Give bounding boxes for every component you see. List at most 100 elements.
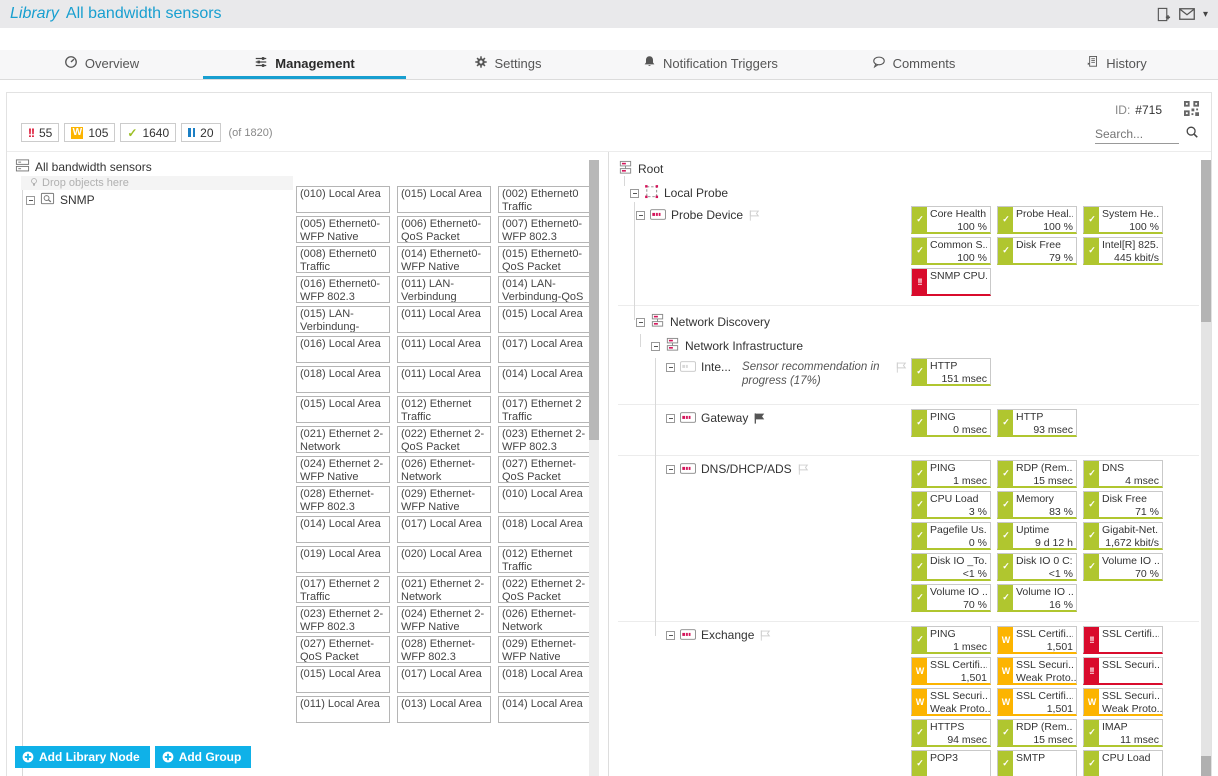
library-sensor-box[interactable]: (012) Ethernet Traffic — [498, 546, 592, 573]
library-sensor-box[interactable]: (005) Ethernet0-WFP Native — [296, 216, 390, 243]
sensor-box-system-he[interactable]: ✓System He...100 % — [1083, 206, 1163, 234]
email-icon[interactable] — [1179, 8, 1195, 20]
sensor-box-volume-io[interactable]: ✓Volume IO ...16 % — [997, 584, 1077, 612]
library-sensor-box[interactable]: (017) Local Area — [397, 666, 491, 693]
library-sensor-box[interactable]: (015) Ethernet0-QoS Packet — [498, 246, 592, 273]
library-sensor-box[interactable]: (016) Ethernet0-WFP 802.3 — [296, 276, 390, 303]
badge-warning[interactable]: W105 — [64, 123, 115, 142]
library-sensor-box[interactable]: (011) LAN-Verbindung — [397, 276, 491, 303]
library-sensor-box[interactable]: (016) Local Area — [296, 336, 390, 363]
sensor-box-imap[interactable]: ✓IMAP11 msec — [1083, 719, 1163, 747]
library-sensor-box[interactable]: (010) Local Area — [498, 486, 592, 513]
library-sensor-box[interactable]: (027) Ethernet-QoS Packet — [296, 636, 390, 663]
sensor-box-probe-heal[interactable]: ✓Probe Heal...100 % — [997, 206, 1077, 234]
library-sensor-box[interactable]: (020) Local Area — [397, 546, 491, 573]
library-sensor-box[interactable]: (014) Local Area — [498, 696, 592, 723]
sensor-box-ping[interactable]: ✓PING1 msec — [911, 626, 991, 654]
library-sensor-box[interactable]: (022) Ethernet 2-QoS Packet — [397, 426, 491, 453]
device-node-exchange[interactable]: Exchange — [618, 628, 908, 645]
sensor-box-core-health[interactable]: ✓Core Health100 % — [911, 206, 991, 234]
collapse-icon[interactable] — [26, 196, 35, 205]
library-sensor-box[interactable]: (015) LAN-Verbindung- — [296, 306, 390, 333]
search-icon[interactable] — [1185, 125, 1199, 144]
left-scrollbar-thumb[interactable] — [589, 160, 599, 440]
library-sensor-box[interactable]: (024) Ethernet 2-WFP Native — [296, 456, 390, 483]
library-sensor-box[interactable]: (022) Ethernet 2-QoS Packet — [498, 576, 592, 603]
flag-outline-icon[interactable] — [895, 360, 908, 377]
library-sensor-box[interactable]: (011) Local Area — [397, 366, 491, 393]
sensor-box-https[interactable]: ✓HTTPS94 msec — [911, 719, 991, 747]
library-sensor-box[interactable]: (021) Ethernet 2-Network — [296, 426, 390, 453]
sensor-box-ssl-securi[interactable]: WSSL Securi...Weak Proto... — [911, 688, 991, 716]
tree-node-network-infrastructure[interactable]: Network Infrastructure — [618, 334, 1199, 358]
sensor-box-memory[interactable]: ✓Memory83 % — [997, 491, 1077, 519]
search-input[interactable] — [1095, 127, 1179, 144]
new-report-icon[interactable] — [1156, 7, 1171, 22]
sensor-box-rdp-rem[interactable]: ✓RDP (Rem...15 msec — [997, 460, 1077, 488]
tab-settings[interactable]: Settings — [406, 50, 609, 79]
library-node-snmp[interactable]: SNMP — [26, 191, 297, 209]
library-sensor-box[interactable]: (007) Ethernet0-WFP 802.3 — [498, 216, 592, 243]
library-sensor-box[interactable]: (018) Local Area — [498, 666, 592, 693]
sensor-box-ssl-certifi[interactable]: WSSL Certifi...1,501 — [997, 626, 1077, 654]
library-sensor-box[interactable]: (027) Ethernet-QoS Packet — [498, 456, 592, 483]
device-node-inte[interactable]: Inte...Sensor recommendation in progress… — [618, 360, 908, 388]
add-group-button[interactable]: Add Group — [155, 746, 252, 768]
library-sensor-box[interactable]: (015) Local Area — [296, 666, 390, 693]
library-sensor-box[interactable]: (017) Local Area — [397, 516, 491, 543]
add-library-node-button[interactable]: Add Library Node — [15, 746, 150, 768]
library-sensor-box[interactable]: (023) Ethernet 2-WFP 802.3 — [296, 606, 390, 633]
library-sensor-box[interactable]: (015) Local Area — [296, 396, 390, 423]
library-sensor-box[interactable]: (011) Local Area — [397, 336, 491, 363]
sensor-box-volume-io[interactable]: ✓Volume IO ...70 % — [1083, 553, 1163, 581]
library-sensor-box[interactable]: (021) Ethernet 2-Network — [397, 576, 491, 603]
sensor-box-disk-free[interactable]: ✓Disk Free79 % — [997, 237, 1077, 265]
collapse-icon[interactable] — [630, 189, 639, 198]
sensor-box-cpu-load[interactable]: ✓CPU Load — [1083, 750, 1163, 776]
right-scrollbar-thumb[interactable] — [1201, 160, 1211, 322]
library-sensor-box[interactable]: (017) Ethernet 2 Traffic — [498, 396, 592, 423]
sensor-box-ssl-certifi[interactable]: WSSL Certifi...1,501 — [997, 688, 1077, 716]
library-sensor-box[interactable]: (014) Local Area — [498, 366, 592, 393]
library-sensor-box[interactable]: (029) Ethernet-WFP Native — [397, 486, 491, 513]
device-node-probe-device[interactable]: Probe Device — [618, 208, 908, 225]
flag-outline-icon[interactable] — [748, 208, 761, 225]
sensor-box-disk-io-to[interactable]: ✓Disk IO _To...<1 % — [911, 553, 991, 581]
library-sensor-box[interactable]: (026) Ethernet-Network — [397, 456, 491, 483]
library-sensor-box[interactable]: (026) Ethernet-Network — [498, 606, 592, 633]
sensor-box-volume-io[interactable]: ✓Volume IO ...70 % — [911, 584, 991, 612]
tab-comments[interactable]: Comments — [812, 50, 1015, 79]
sensor-box-ssl-securi[interactable]: !!SSL Securi... — [1083, 657, 1163, 685]
device-node-gateway[interactable]: Gateway — [618, 411, 908, 428]
library-sensor-box[interactable]: (028) Ethernet-WFP 802.3 — [296, 486, 390, 513]
sensor-box-ssl-certifi[interactable]: !!SSL Certifi... — [1083, 626, 1163, 654]
tree-node-local-probe[interactable]: Local Probe — [618, 180, 1199, 206]
right-pane-scrollbar[interactable] — [1201, 160, 1211, 776]
tree-node-root[interactable]: Root — [618, 158, 1199, 180]
sensor-box-ssl-securi[interactable]: WSSL Securi...Weak Proto... — [1083, 688, 1163, 716]
sensor-box-disk-io-0-c[interactable]: ✓Disk IO 0 C:<1 % — [997, 553, 1077, 581]
drop-objects-hint[interactable]: Drop objects here — [21, 176, 293, 190]
sensor-box-common-s[interactable]: ✓Common S...100 % — [911, 237, 991, 265]
library-sensor-box[interactable]: (018) Local Area — [498, 516, 592, 543]
library-root-node[interactable]: All bandwidth sensors — [15, 158, 297, 175]
library-sensor-box[interactable]: (012) Ethernet Traffic — [397, 396, 491, 423]
library-sensor-box[interactable]: (010) Local Area — [296, 186, 390, 213]
collapse-icon[interactable] — [636, 211, 645, 220]
sensor-box-uptime[interactable]: ✓Uptime9 d 12 h — [997, 522, 1077, 550]
library-sensor-box[interactable]: (006) Ethernet0-QoS Packet — [397, 216, 491, 243]
flag-outline-icon[interactable] — [759, 628, 772, 645]
collapse-icon[interactable] — [666, 465, 675, 474]
flag-filled-icon[interactable] — [753, 411, 766, 428]
sensor-box-cpu-load[interactable]: ✓CPU Load3 % — [911, 491, 991, 519]
badge-up[interactable]: ✓1640 — [120, 123, 176, 142]
library-sensor-box[interactable]: (028) Ethernet-WFP 802.3 — [397, 636, 491, 663]
caret-down-icon[interactable]: ▾ — [1203, 9, 1208, 20]
sensor-box-disk-free[interactable]: ✓Disk Free71 % — [1083, 491, 1163, 519]
library-sensor-box[interactable]: (014) Local Area — [296, 516, 390, 543]
library-sensor-box[interactable]: (014) LAN-Verbindung-QoS — [498, 276, 592, 303]
sensor-box-ping[interactable]: ✓PING1 msec — [911, 460, 991, 488]
library-sensor-box[interactable]: (014) Ethernet0-WFP Native — [397, 246, 491, 273]
sensor-box-http[interactable]: ✓HTTP93 msec — [997, 409, 1077, 437]
sensor-box-smtp[interactable]: ✓SMTP — [997, 750, 1077, 776]
